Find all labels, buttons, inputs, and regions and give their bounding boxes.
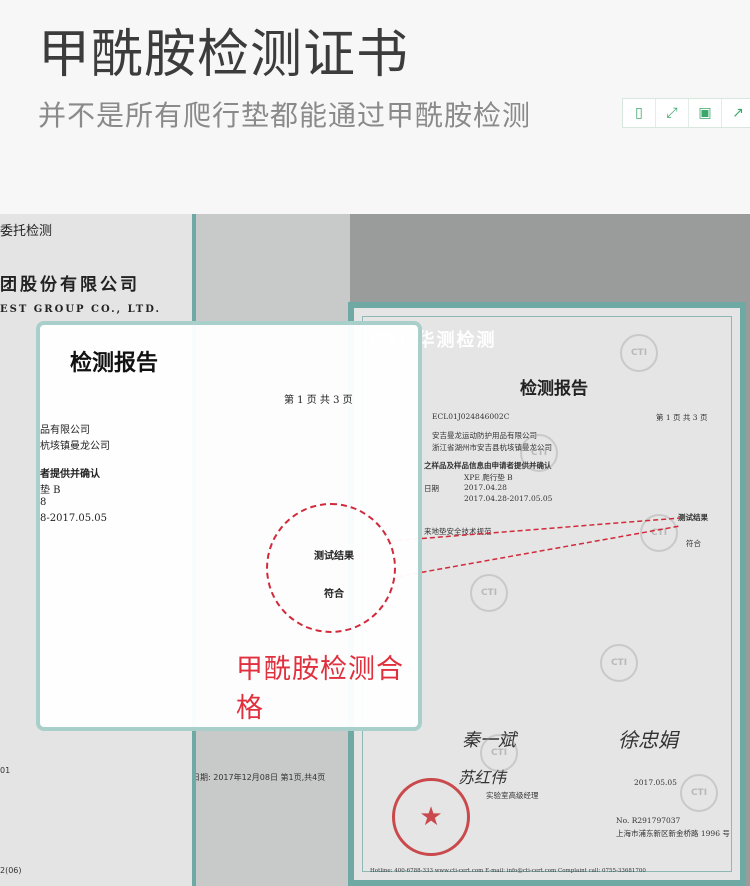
- expand-icon: ⤢: [666, 105, 678, 121]
- cti-watermark-icon: CTI: [620, 334, 658, 372]
- zoom-result-value: 符合: [324, 589, 344, 600]
- save-button[interactable]: ▣: [689, 99, 722, 127]
- certificate-sample: XPE 爬行垫 B: [464, 473, 513, 482]
- cti-watermark-icon: CTI: [480, 734, 518, 772]
- highlight-ring: [266, 503, 396, 633]
- pass-callout: 甲酰胺检测合格: [236, 654, 404, 724]
- middle-document-footer: 日期: 2017年12月08日 第1页,共4页: [192, 773, 326, 782]
- certificate-standard: 来地垫安全技术规范: [424, 527, 492, 536]
- cti-watermark-icon: CTI: [640, 514, 678, 552]
- certificate-photo: 日期: 2017年12月08日 第1页,共4页 委托检测 团股份有限公司 EST…: [0, 214, 750, 886]
- share-button[interactable]: ↗: [722, 99, 750, 127]
- cti-watermark-icon: CTI: [470, 574, 508, 612]
- tablet-icon: ▯: [635, 105, 643, 121]
- tablet-view-button[interactable]: ▯: [623, 99, 656, 127]
- page-title: 甲酰胺检测证书: [38, 25, 410, 85]
- certificate-number: No. R291797037: [616, 816, 681, 825]
- certificate-result-label: 测试结果: [678, 513, 708, 522]
- zoom-sample: 垫 B: [40, 485, 61, 496]
- image-toolbar: ▯ ⤢ ▣ ↗: [622, 98, 750, 128]
- certificate-heading: 检测报告: [520, 379, 588, 399]
- cti-watermark-icon: CTI: [680, 774, 718, 812]
- signature-reviewer: 徐忠娟: [618, 728, 678, 752]
- certificate-lab-address: 上海市浦东新区新金桥路 1996 号: [616, 829, 730, 838]
- left-doc-heading: 委托检测: [0, 224, 53, 239]
- zoom-client: 品有限公司: [40, 425, 90, 436]
- report-number: ECL01J024846002C: [432, 412, 510, 421]
- zoom-page: 第 1 页 共 3 页: [284, 395, 353, 406]
- red-seal-stamp: ★: [392, 778, 470, 856]
- zoom-date: 8: [40, 497, 47, 508]
- left-doc-company-en: EST GROUP CO., LTD.: [0, 304, 162, 315]
- page-header: 甲酰胺检测证书 并不是所有爬行垫都能通过甲酰胺检测 ▯ ⤢ ▣ ↗: [0, 0, 750, 214]
- zoom-period: 8-2017.05.05: [40, 513, 107, 524]
- cti-watermark-icon: CTI: [520, 434, 558, 472]
- zoom-result-label: 测试结果: [314, 551, 354, 562]
- certificate-result-value: 符合: [686, 539, 701, 548]
- zoom-heading: 检测报告: [70, 350, 159, 376]
- certificate-page: 第 1 页 共 3 页: [656, 413, 708, 422]
- cti-watermark-icon: CTI: [600, 644, 638, 682]
- left-doc-footer: 01: [0, 766, 11, 775]
- certificate-date: 2017.04.28: [464, 483, 507, 492]
- star-icon: ★: [419, 802, 443, 832]
- zoom-section: 者提供并确认: [40, 469, 100, 480]
- zoomed-report-panel: 检测报告 第 1 页 共 3 页 品有限公司 杭垓镇曼龙公司 者提供并确认 垫 …: [36, 321, 422, 731]
- fullscreen-button[interactable]: ⤢: [656, 99, 689, 127]
- page-subtitle: 并不是所有爬行垫都能通过甲酰胺检测: [38, 99, 532, 132]
- signer-title: 实验室高级经理: [486, 791, 539, 800]
- share-icon: ↗: [732, 105, 744, 121]
- certificate-client: 安吉曼龙运动防护用品有限公司: [432, 431, 537, 440]
- zoom-address: 杭垓镇曼龙公司: [40, 441, 110, 452]
- left-doc-company: 团股份有限公司: [0, 275, 140, 295]
- save-icon: ▣: [698, 105, 712, 121]
- left-doc-footer-2: 2(06): [0, 866, 22, 875]
- certificate-footer: Hotline: 400-6788-333 www.cti-cert.com E…: [370, 868, 646, 874]
- sign-date: 2017.05.05: [634, 778, 677, 787]
- certificate-period: 2017.04.28-2017.05.05: [464, 494, 553, 503]
- certificate-date-label: 日期: [424, 484, 439, 493]
